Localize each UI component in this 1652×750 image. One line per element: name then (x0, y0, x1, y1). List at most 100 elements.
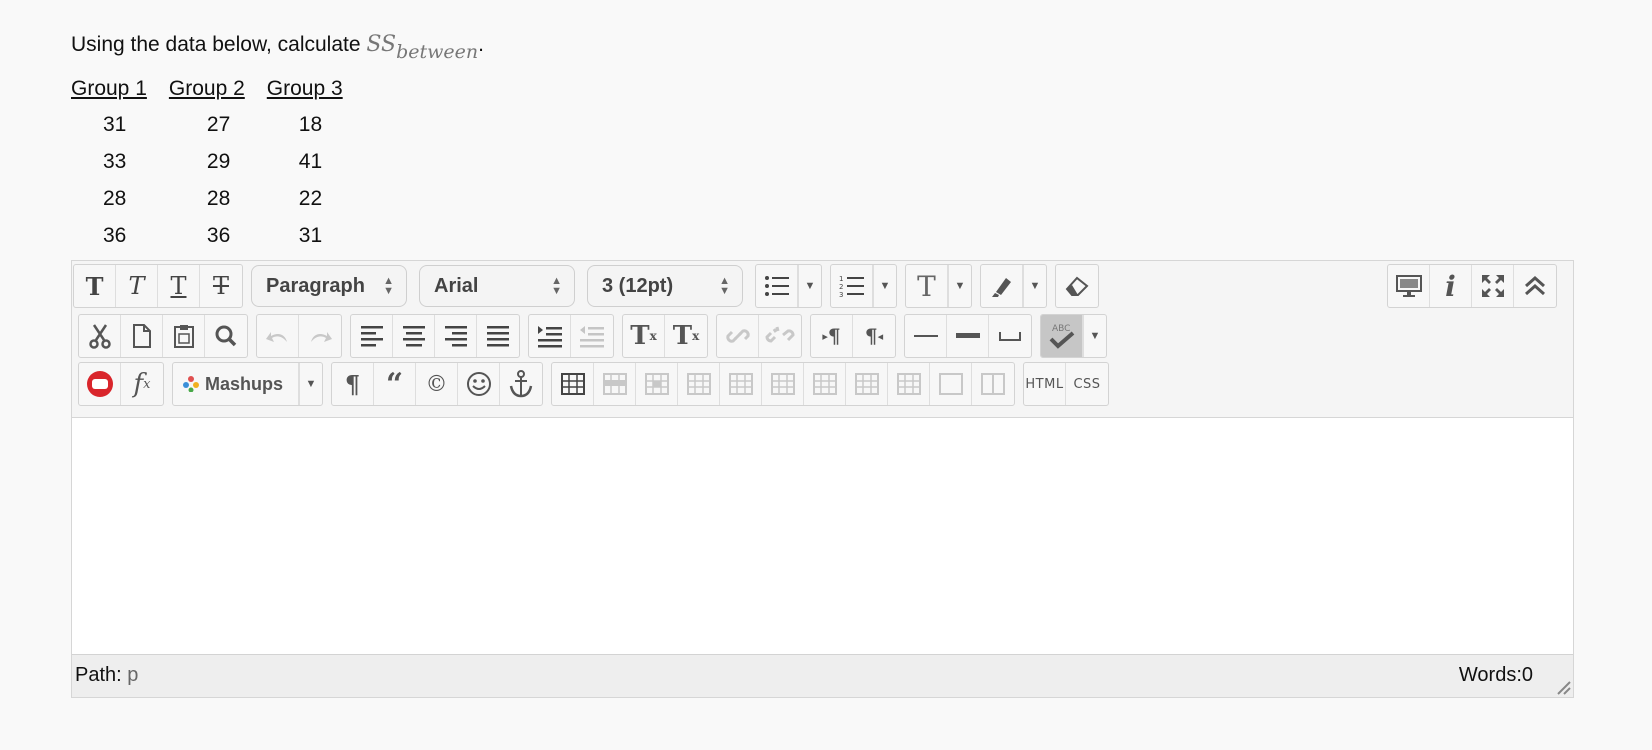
indent-icon[interactable] (529, 315, 571, 357)
element-path: Path: p (75, 664, 139, 686)
table-cell: 36 (103, 224, 127, 247)
italic-button[interactable]: T (116, 265, 158, 307)
align-center-icon[interactable] (393, 315, 435, 357)
table-icon[interactable] (552, 363, 594, 405)
toolbar-row-3: fx Mashups ▼ ¶ “ © HTML CSS (73, 362, 1117, 406)
table-cell: 41 (298, 150, 323, 173)
preview-icon[interactable] (1388, 265, 1430, 307)
table-row: 36 36 31 (71, 217, 343, 254)
table-cell: 29 (206, 150, 231, 173)
info-icon[interactable]: i (1430, 265, 1472, 307)
horizontal-rule-icon[interactable] (905, 315, 947, 357)
outdent-icon[interactable] (571, 315, 613, 357)
youtube-icon[interactable] (79, 363, 121, 405)
chevron-down-icon[interactable]: ▼ (1023, 265, 1046, 307)
chevron-down-icon[interactable]: ▼ (798, 265, 821, 307)
split-cells-icon[interactable] (972, 363, 1014, 405)
resize-grip-icon[interactable] (1553, 677, 1571, 695)
chevron-down-icon[interactable]: ▼ (299, 363, 322, 405)
undo-icon[interactable] (257, 315, 299, 357)
select-arrows-icon: ▲ ▼ (551, 275, 562, 297)
spellcheck-icon[interactable]: ABC (1041, 315, 1083, 357)
insert-row-before-icon[interactable] (678, 363, 720, 405)
data-table: Group 1 Group 2 Group 3 31 27 18 33 29 4… (71, 72, 343, 254)
bullet-list-icon[interactable] (756, 265, 798, 307)
nonbreaking-space-icon[interactable] (989, 315, 1031, 357)
media-group: fx (78, 362, 164, 406)
insert-row-after-icon[interactable] (720, 363, 762, 405)
table-cell: 33 (103, 150, 127, 173)
link-group (716, 314, 802, 358)
path-element-p[interactable]: p (127, 664, 138, 686)
underline-button[interactable]: T (158, 265, 200, 307)
cut-icon[interactable] (79, 315, 121, 357)
insert-col-before-icon[interactable] (804, 363, 846, 405)
superscript-icon[interactable]: Tx (623, 315, 665, 357)
mashups-icon (183, 376, 199, 392)
header-group-3: Group 3 (266, 77, 343, 100)
font-family-select[interactable]: Arial ▲ ▼ (419, 265, 575, 307)
view-tools-group: i (1387, 264, 1557, 308)
numbered-list-icon[interactable]: 123 (831, 265, 873, 307)
highlighter-icon[interactable] (981, 265, 1023, 307)
ltr-icon[interactable]: ▸ ¶ (811, 315, 853, 357)
mashups-button[interactable]: Mashups (173, 363, 299, 405)
copyright-icon[interactable]: © (416, 363, 458, 405)
chevron-down-icon[interactable]: ▼ (1083, 315, 1106, 357)
history-group (256, 314, 342, 358)
paragraph-mark-icon[interactable]: ¶ (332, 363, 374, 405)
table-row: 28 28 22 (71, 180, 343, 217)
copy-icon[interactable] (121, 315, 163, 357)
anchor-icon[interactable] (500, 363, 542, 405)
bold-button[interactable]: T (74, 265, 116, 307)
header-group-1: Group 1 (71, 77, 147, 100)
chevron-down-icon[interactable]: ▼ (873, 265, 896, 307)
align-right-icon[interactable] (435, 315, 477, 357)
table-cell: 31 (298, 224, 323, 247)
paste-icon[interactable] (163, 315, 205, 357)
merge-cells-icon[interactable] (930, 363, 972, 405)
text-color-icon[interactable]: T (906, 265, 948, 307)
redo-icon[interactable] (299, 315, 341, 357)
formula-icon[interactable]: fx (121, 363, 163, 405)
thick-rule-icon[interactable] (947, 315, 989, 357)
rtl-icon[interactable]: ¶ ◂ (853, 315, 895, 357)
chevron-down-icon[interactable]: ▼ (948, 265, 971, 307)
svg-text:ABC: ABC (1052, 324, 1070, 334)
svg-text:2: 2 (839, 283, 843, 291)
align-justify-icon[interactable] (477, 315, 519, 357)
insert-col-after-icon[interactable] (846, 363, 888, 405)
alignment-group (350, 314, 520, 358)
script-group: Tx Tx (622, 314, 708, 358)
html-source-button[interactable]: HTML (1024, 363, 1066, 405)
ss-between-formula: SSbetween (366, 32, 479, 63)
table-row-props-icon[interactable] (594, 363, 636, 405)
unlink-icon[interactable] (759, 315, 801, 357)
fullscreen-icon[interactable] (1472, 265, 1514, 307)
table-cell-props-icon[interactable] (636, 363, 678, 405)
font-size-select[interactable]: 3 (12pt) ▲ ▼ (587, 265, 743, 307)
text-color-group: T ▼ (905, 264, 972, 308)
paragraph-format-select[interactable]: Paragraph ▲ ▼ (251, 265, 407, 307)
toolbar-row-1: T T T T Paragraph ▲ ▼ Arial ▲ ▼ 3 (12pt) ▲… (73, 264, 1107, 308)
css-button[interactable]: CSS (1066, 363, 1108, 405)
align-left-icon[interactable] (351, 315, 393, 357)
subscript-icon[interactable]: Tx (665, 315, 707, 357)
table-cell: 28 (103, 187, 127, 210)
highlight-group: ▼ (980, 264, 1047, 308)
eraser-icon[interactable] (1056, 265, 1098, 307)
delete-col-icon[interactable] (888, 363, 930, 405)
find-icon[interactable] (205, 315, 247, 357)
link-icon[interactable] (717, 315, 759, 357)
emoticon-icon[interactable] (458, 363, 500, 405)
editor-content-area[interactable] (72, 418, 1573, 656)
select-arrows-icon: ▲ ▼ (719, 275, 730, 297)
source-group: HTML CSS (1023, 362, 1109, 406)
table-cell: 31 (103, 113, 127, 136)
blockquote-icon[interactable]: “ (374, 363, 416, 405)
strikethrough-button[interactable]: T (200, 265, 242, 307)
collapse-toolbar-icon[interactable] (1514, 265, 1556, 307)
delete-row-icon[interactable] (762, 363, 804, 405)
eraser-group (1055, 264, 1099, 308)
question-suffix: . (478, 33, 484, 56)
